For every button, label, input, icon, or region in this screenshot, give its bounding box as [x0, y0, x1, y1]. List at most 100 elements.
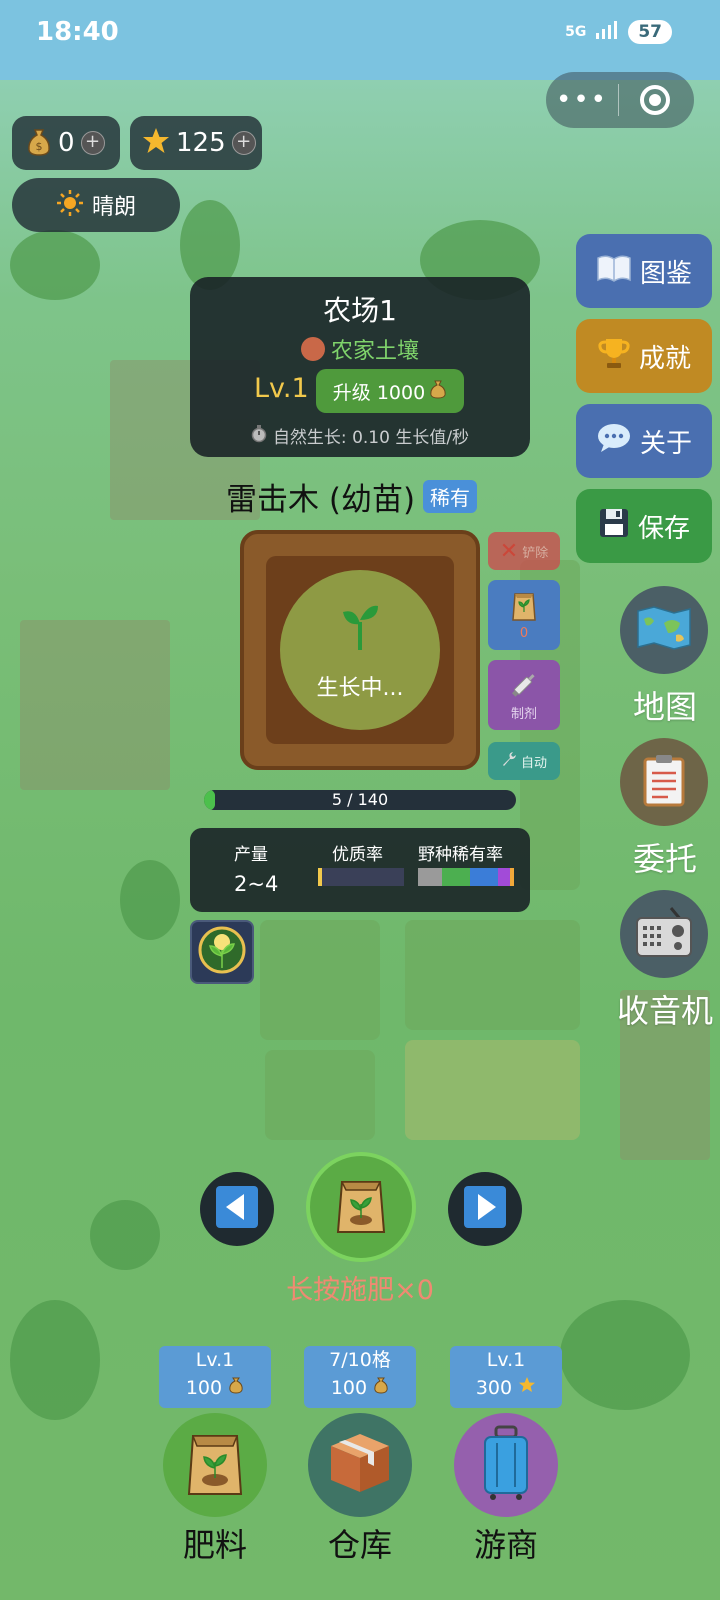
buff-slot[interactable]: [190, 920, 254, 984]
floppy-disk-icon: [598, 507, 630, 546]
more-menu-icon[interactable]: •••: [546, 87, 618, 113]
fertilizer-upgrade-badge[interactable]: Lv.1 100: [159, 1346, 271, 1408]
star-icon: [142, 127, 170, 159]
add-coins-button[interactable]: +: [80, 131, 105, 155]
growth-progress-bar: 5 / 140: [204, 790, 516, 810]
harvest-stats-panel: 产量 2~4 优质率 野种稀有率: [190, 828, 530, 912]
star-counter: 125 +: [130, 116, 262, 170]
wild-rarity-label: 野种稀有率: [418, 845, 503, 865]
fertilizer-label: 肥料: [182, 1526, 247, 1564]
warehouse-upgrade-badge[interactable]: 7/10格 100: [304, 1346, 416, 1408]
farm-name: 农场1: [323, 294, 397, 327]
fertilizer-bag-icon: [332, 1174, 390, 1240]
warehouse-button[interactable]: [308, 1413, 412, 1517]
auto-button[interactable]: 自动: [488, 742, 560, 780]
add-stars-button[interactable]: +: [231, 131, 256, 155]
warehouse-capacity: 7/10格: [329, 1349, 391, 1371]
plant-plot[interactable]: 生长中...: [240, 530, 480, 770]
growth-progress-text: 5 / 140: [331, 790, 389, 809]
yield-label: 产量: [234, 845, 268, 865]
money-bag-icon: [373, 1377, 389, 1399]
star-value: 125: [176, 128, 226, 158]
merchant-button[interactable]: [454, 1413, 558, 1517]
network-label: 5G: [565, 24, 587, 40]
speech-bubble-icon: [596, 422, 632, 461]
growth-rate-row: 自然生长: 0.10 生长值/秒: [190, 423, 530, 448]
radio-icon: [635, 906, 693, 962]
fertilizer-level: Lv.1: [195, 1349, 235, 1371]
star-icon: [518, 1377, 536, 1399]
signal-icon: [596, 21, 618, 43]
quality-bar-fill: [318, 868, 322, 886]
growth-status: 生长中...: [316, 676, 404, 701]
farm-level: Lv.1: [254, 373, 309, 404]
remove-label: 铲除: [522, 545, 549, 561]
glowing-plant-icon: [198, 926, 246, 978]
wrench-icon: [501, 751, 517, 771]
growth-circle: 生长中...: [280, 570, 440, 730]
merchant-upgrade-badge[interactable]: Lv.1 300: [450, 1346, 562, 1408]
save-button[interactable]: 保存: [576, 489, 712, 563]
next-plot-button[interactable]: [448, 1172, 522, 1246]
rarity-badge: 稀有: [423, 480, 478, 513]
growth-rate-text: 自然生长: 0.10 生长值/秒: [272, 428, 470, 448]
upgrade-farm-button[interactable]: 升级 1000: [316, 369, 464, 413]
warehouse-cost: 100: [330, 1377, 368, 1399]
previous-plot-button[interactable]: [200, 1172, 274, 1246]
radio-button[interactable]: [620, 890, 708, 978]
box-icon: [327, 1430, 393, 1500]
syringe-icon: [509, 669, 539, 703]
encyclopedia-button[interactable]: 图鉴: [576, 234, 712, 308]
save-label: 保存: [637, 513, 690, 544]
quality-bar: [318, 868, 404, 886]
plant-name: 雷击木 (幼苗): [226, 482, 416, 518]
merchant-cost-row: 300: [450, 1374, 562, 1402]
weather-label: 晴朗: [91, 195, 136, 220]
fertilizer-shop-button[interactable]: [163, 1413, 267, 1517]
soil-label: 农家土壤: [330, 339, 419, 364]
trophy-icon: [597, 336, 631, 377]
stopwatch-icon: [251, 424, 267, 447]
wild-rarity-bar: [418, 868, 514, 886]
map-label: 地图: [632, 688, 697, 726]
money-bag-icon: $: [26, 126, 52, 160]
arrow-right-icon: [462, 1184, 508, 1234]
achievements-button[interactable]: 成就: [576, 319, 712, 393]
fertilizer-bag-icon: [183, 1428, 247, 1502]
fertilizer-count: 0: [519, 625, 529, 641]
weather-pill: 晴朗: [12, 178, 180, 232]
farm-info-card: 农场1 农家土壤 Lv.1 升级 1000 自然生长: 0.10 生长值/秒: [190, 277, 530, 457]
arrow-left-icon: [214, 1184, 260, 1234]
warehouse-cost-row: 100: [304, 1374, 416, 1402]
potion-button[interactable]: 制剂: [488, 660, 560, 730]
merchant-level: Lv.1: [486, 1349, 526, 1371]
sun-icon: [56, 189, 84, 221]
book-icon: [596, 254, 632, 289]
radio-label: 收音机: [616, 992, 713, 1030]
fertilizer-cost: 100: [185, 1377, 223, 1399]
close-target-icon[interactable]: [619, 85, 691, 115]
fertilize-hint: 长按施肥×0: [286, 1275, 434, 1306]
soil-bed: 生长中...: [266, 556, 454, 744]
fertilize-button[interactable]: [306, 1152, 416, 1262]
suitcase-icon: [479, 1425, 533, 1505]
coin-value: 0: [58, 128, 75, 158]
commission-button[interactable]: [620, 738, 708, 826]
coin-counter: $ 0 +: [12, 116, 120, 170]
map-button[interactable]: [620, 586, 708, 674]
fertilizer-bag-icon: [509, 590, 539, 626]
money-bag-icon: [228, 1377, 244, 1399]
map-icon: [636, 605, 692, 655]
status-indicators: 5G 57: [565, 20, 672, 44]
fertilizer-slot-button[interactable]: 0: [488, 580, 560, 650]
remove-plant-button[interactable]: ✕ 铲除: [488, 532, 560, 570]
about-button[interactable]: 关于: [576, 404, 712, 478]
quality-label: 优质率: [332, 845, 383, 865]
sprout-icon: [340, 600, 380, 656]
upgrade-label: 升级 1000: [332, 381, 426, 404]
encyclopedia-label: 图鉴: [639, 258, 692, 289]
auto-label: 自动: [520, 755, 547, 771]
soil-row: 农家土壤: [190, 333, 530, 365]
fertilizer-cost-row: 100: [159, 1374, 271, 1402]
status-bar: 18:40 5G 57: [0, 0, 720, 68]
